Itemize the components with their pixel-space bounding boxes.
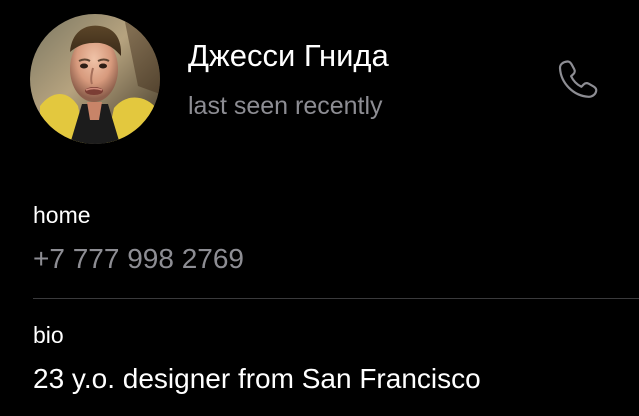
contact-header: Джесси Гнида last seen recently — [0, 0, 639, 160]
avatar[interactable] — [30, 14, 160, 144]
phone-row[interactable]: home +7 777 998 2769 — [33, 195, 639, 295]
phone-icon — [558, 60, 598, 98]
avatar-image — [30, 14, 160, 144]
bio-label: bio — [33, 322, 64, 348]
call-button[interactable] — [551, 53, 599, 101]
bio-row: bio 23 y.o. designer from San Francisco — [33, 313, 639, 413]
last-seen-status: last seen recently — [188, 92, 383, 120]
bio-text: 23 y.o. designer from San Francisco — [33, 363, 481, 394]
phone-label: home — [33, 202, 91, 228]
contact-name: Джесси Гнида — [188, 38, 389, 73]
section-divider — [33, 298, 639, 299]
phone-number[interactable]: +7 777 998 2769 — [33, 243, 244, 275]
